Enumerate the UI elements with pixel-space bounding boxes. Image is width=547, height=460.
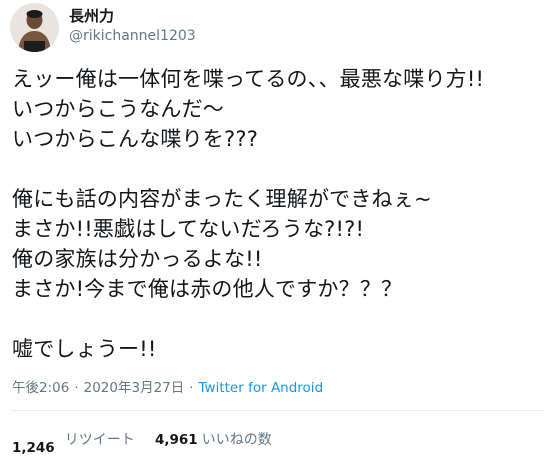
divider [10, 410, 545, 411]
meta-separator: · [189, 380, 194, 396]
tweet-source-link[interactable]: Twitter for Android [199, 380, 324, 396]
tweet-line: まさか!!悪戯はしてないだろうな?!?! [12, 217, 365, 241]
tweet-card: 長州力 @rikichannel1203 えッー俺は一体何を喋ってるの、、最悪な… [0, 0, 547, 460]
tweet-line [12, 154, 535, 184]
likes-count: 4,961 [155, 432, 198, 448]
tweet-time[interactable]: 午後2:06 [12, 380, 69, 396]
tweet-line: 俺にも話の内容がまったく理解ができねぇ~ [12, 187, 432, 211]
tweet-line: いつからこんな喋りを??? [12, 127, 259, 151]
likes-label: いいねの数 [201, 432, 272, 448]
tweet-line [12, 304, 535, 334]
retweets-stat[interactable]: 1,246 リツイート [12, 432, 135, 457]
retweets-label: リツイート [64, 432, 135, 448]
profile-photo-icon [10, 3, 59, 52]
tweet-stats: 1,246 リツイート 4,961 いいねの数 [10, 417, 535, 457]
retweets-count: 1,246 [12, 440, 55, 456]
user-names: 長州力 @rikichannel1203 [69, 3, 196, 45]
likes-stat[interactable]: 4,961 いいねの数 [155, 429, 272, 449]
meta-separator: · [74, 380, 79, 396]
display-name[interactable]: 長州力 [69, 7, 196, 26]
tweet-line: 俺の家族は分かっるよな!! [12, 247, 263, 271]
tweet-text: えッー俺は一体何を喋ってるの、、最悪な喋り方!! いつからこうなんだ〜 いつから… [10, 64, 535, 364]
tweet-line: 嘘でしょうー!! [12, 337, 157, 361]
tweet-meta: 午後2:06 · 2020年3月27日 · Twitter for Android [10, 376, 535, 396]
tweet-line: まさか!今まで俺は赤の他人ですか？？？ [12, 277, 403, 301]
avatar[interactable] [10, 3, 59, 52]
tweet-header: 長州力 @rikichannel1203 [10, 0, 535, 52]
tweet-line: いつからこうなんだ〜 [12, 97, 224, 121]
tweet-date[interactable]: 2020年3月27日 [84, 380, 185, 396]
user-handle[interactable]: @rikichannel1203 [69, 28, 196, 46]
tweet-line: えッー俺は一体何を喋ってるの、、最悪な喋り方!! [12, 67, 485, 91]
